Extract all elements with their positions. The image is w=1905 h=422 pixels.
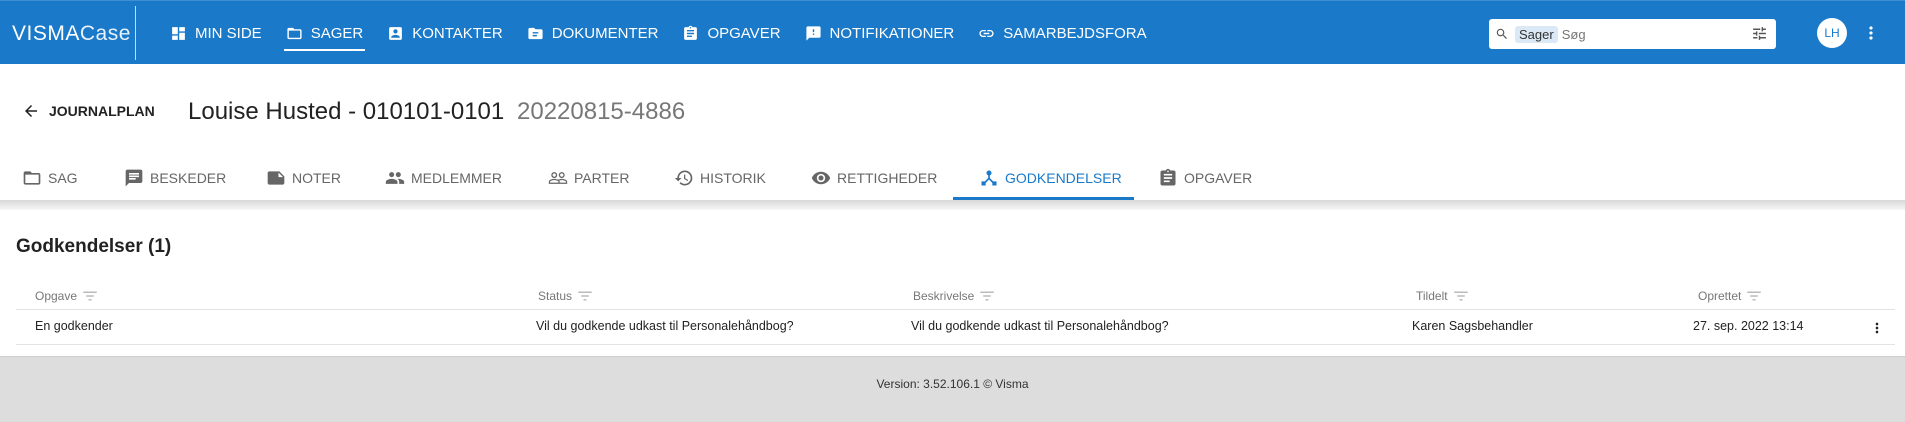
nav-item-sager[interactable]: SAGER <box>274 1 376 65</box>
nav-item-kontakter[interactable]: KONTAKTER <box>375 1 515 65</box>
logo-divider <box>135 6 136 60</box>
column-label: Opgave <box>35 289 78 303</box>
column-header-oprettet[interactable]: Oprettet <box>1698 289 1763 303</box>
column-label: Tildelt <box>1416 289 1448 303</box>
tab-label: SAG <box>48 169 78 186</box>
column-header-status[interactable]: Status <box>538 289 594 303</box>
link-icon <box>979 29 994 37</box>
search-icon <box>1496 28 1507 39</box>
tab-beskeder[interactable]: BESKEDER <box>124 155 226 200</box>
tab-medlemmer[interactable]: MEDLEMMER <box>385 155 502 200</box>
tab-noter[interactable]: NOTER <box>266 155 341 200</box>
folder-icon <box>287 27 302 39</box>
tab-label: OPGAVER <box>1184 169 1253 186</box>
arrow-back-icon <box>25 105 37 117</box>
column-label: Oprettet <box>1698 289 1742 303</box>
tab-label: HISTORIK <box>700 169 766 186</box>
back-label: JOURNALPLAN <box>49 103 155 119</box>
filter-icon[interactable] <box>81 289 99 303</box>
main-nav: MIN SIDE SAGER KONTAKTER DOKUMENTER OPGA… <box>158 1 1159 65</box>
visma-case-logo[interactable]: VISMACase <box>12 22 131 46</box>
history-icon <box>674 170 693 185</box>
top-app-bar: VISMACase MIN SIDE SAGER KONTAKTER DOKUM… <box>0 0 1905 64</box>
case-tabs: SAG BESKEDER NOTER MEDLEMMER PARTER HIST… <box>0 155 1905 200</box>
cell-oprettet: 27. sep. 2022 13:14 <box>1693 319 1804 333</box>
tab-sag[interactable]: SAG <box>22 155 78 200</box>
cell-opgave: En godkender <box>35 319 113 333</box>
more-vert-icon[interactable] <box>1861 21 1881 45</box>
filter-settings-icon[interactable] <box>1751 25 1768 42</box>
nav-label: KONTAKTER <box>412 24 503 42</box>
column-label: Status <box>538 289 573 303</box>
dashboard-icon <box>172 26 185 40</box>
cell-tildelt: Karen Sagsbehandler <box>1412 319 1533 333</box>
back-button[interactable]: JOURNALPLAN <box>22 102 155 120</box>
column-header-opgave[interactable]: Opgave <box>35 289 99 303</box>
cell-beskrivelse: Vil du godkende udkast til Personalehånd… <box>911 319 1169 333</box>
table-header: Opgave Status Beskrivelse Tildelt Oprett… <box>16 284 1895 310</box>
nav-label: DOKUMENTER <box>551 24 659 42</box>
cell-status: Vil du godkende udkast til Personalehånd… <box>536 319 794 333</box>
folder-icon <box>23 170 41 185</box>
clipboard-icon <box>1160 168 1176 185</box>
tab-label: RETTIGHEDER <box>837 169 938 186</box>
tabs-divider <box>0 200 1905 210</box>
approval-icon <box>981 170 997 185</box>
case-number: 20220815-4886 <box>517 98 686 125</box>
footer: Version: 3.52.106.1 © Visma <box>0 356 1905 422</box>
page-title: Louise Husted - 010101-0101 <box>188 98 505 125</box>
tab-label: MEDLEMMER <box>411 169 503 186</box>
document-folder-icon <box>528 27 543 39</box>
section-title: Godkendelser (1) <box>16 236 172 257</box>
column-header-beskrivelse[interactable]: Beskrivelse <box>913 289 996 303</box>
filter-icon[interactable] <box>978 289 996 303</box>
column-label: Beskrivelse <box>913 289 975 303</box>
filter-icon[interactable] <box>576 289 594 303</box>
version-text: Version: 3.52.106.1 © Visma <box>876 377 1029 391</box>
message-icon <box>125 169 143 186</box>
people-outline-icon <box>548 171 568 184</box>
tab-godkendelser[interactable]: GODKENDELSER <box>979 155 1122 200</box>
nav-item-notifikationer[interactable]: NOTIFIKATIONER <box>793 1 967 65</box>
nav-label: SAGER <box>310 24 364 42</box>
search-input[interactable] <box>1561 26 1742 42</box>
tab-rettigheder[interactable]: RETTIGHEDER <box>811 155 937 200</box>
nav-item-dokumenter[interactable]: DOKUMENTER <box>515 1 671 65</box>
nav-item-min-side[interactable]: MIN SIDE <box>158 1 274 65</box>
logo-product: Case <box>79 22 131 45</box>
column-header-tildelt[interactable]: Tildelt <box>1416 289 1470 303</box>
nav-label: MIN SIDE <box>195 24 262 42</box>
notification-icon <box>805 25 821 41</box>
row-more-vert-icon[interactable] <box>1869 317 1885 339</box>
eye-icon <box>811 171 831 184</box>
tab-historik[interactable]: HISTORIK <box>674 155 766 200</box>
filter-icon[interactable] <box>1745 289 1763 303</box>
tab-label: BESKEDER <box>150 169 227 186</box>
tab-label: GODKENDELSER <box>1005 169 1122 186</box>
contact-card-icon <box>389 26 403 40</box>
filter-icon[interactable] <box>1452 289 1470 303</box>
tab-parter[interactable]: PARTER <box>548 155 630 200</box>
table-row[interactable]: En godkender Vil du godkende udkast til … <box>16 310 1895 345</box>
tab-label: NOTER <box>292 169 341 186</box>
search-scope-chip[interactable]: Sager <box>1515 25 1558 43</box>
nav-item-samarbejdsfora[interactable]: SAMARBEJDSFORA <box>966 1 1158 65</box>
nav-label: SAMARBEJDSFORA <box>1003 24 1147 42</box>
clipboard-icon <box>684 25 698 40</box>
nav-label: OPGAVER <box>707 24 781 42</box>
search-box[interactable]: Sager <box>1489 19 1776 49</box>
nav-label: NOTIFIKATIONER <box>829 24 955 42</box>
tab-label: PARTER <box>574 169 630 186</box>
tab-opgaver[interactable]: OPGAVER <box>1158 155 1252 200</box>
nav-item-opgaver[interactable]: OPGAVER <box>670 1 792 65</box>
people-icon <box>385 171 405 184</box>
logo-brand: VISMA <box>12 22 80 45</box>
user-avatar[interactable]: LH <box>1817 18 1847 48</box>
note-icon <box>267 170 285 185</box>
